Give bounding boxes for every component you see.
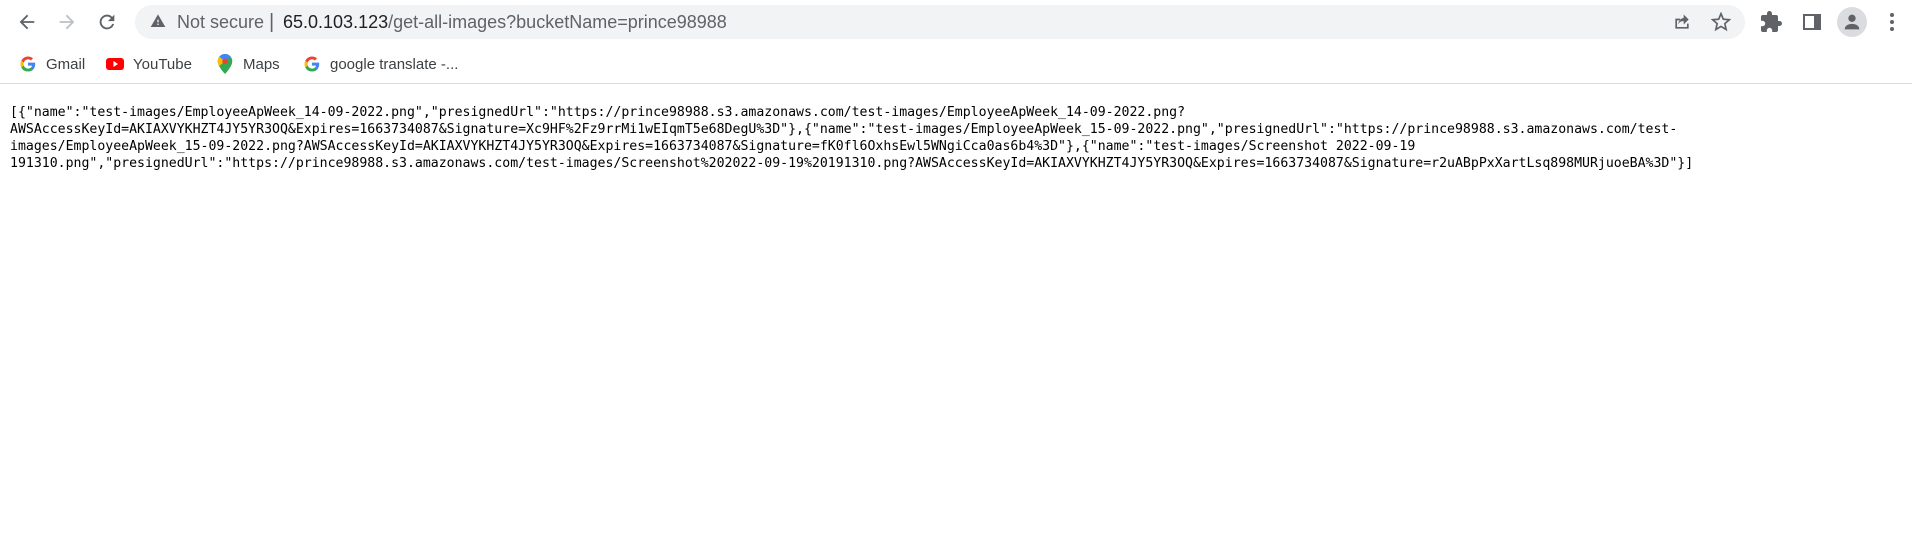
url-path: /get-all-images?bucketName=prince98988 (388, 12, 727, 32)
json-response-body: [{"name":"test-images/EmployeeApWeek_14-… (10, 104, 1906, 172)
url-host: 65.0.103.123 (283, 12, 389, 32)
bookmark-label: google translate -... (330, 55, 459, 73)
bookmark-label: Maps (243, 55, 280, 73)
json-line: images/EmployeeApWeek_15-09-2022.png?AWS… (10, 139, 1416, 154)
browser-toolbar: Not secure | 65.0.103.123/get-all-images… (0, 0, 1912, 44)
forward-button[interactable] (51, 6, 83, 38)
profile-button[interactable] (1837, 7, 1867, 37)
json-line: [{"name":"test-images/EmployeeApWeek_14-… (10, 105, 1186, 120)
warning-icon[interactable] (150, 13, 166, 29)
side-panel-icon[interactable] (1800, 10, 1824, 34)
json-line: AWSAccessKeyId=AKIAXVYKHZT4JY5YR3OQ&Expi… (10, 122, 1678, 137)
star-icon[interactable] (1711, 12, 1731, 32)
bookmark-label: Gmail (46, 55, 86, 73)
bookmark-gmail[interactable]: Gmail (19, 52, 85, 76)
back-arrow-icon (19, 14, 35, 30)
profile-icon (1844, 14, 1860, 30)
extensions-icon[interactable] (1759, 10, 1783, 34)
reload-button[interactable] (91, 6, 123, 38)
bookmark-youtube[interactable]: YouTube (106, 52, 192, 76)
security-status-label[interactable]: Not secure (177, 12, 264, 32)
reload-icon (99, 14, 115, 30)
forward-arrow-icon (59, 14, 75, 30)
bookmarks-bar: Gmail YouTube Maps google translate -... (0, 44, 1912, 84)
youtube-icon (106, 55, 124, 73)
more-menu-icon[interactable] (1880, 10, 1904, 34)
back-button[interactable] (11, 6, 43, 38)
bookmark-maps[interactable]: Maps (216, 52, 280, 76)
bookmark-label: YouTube (133, 55, 192, 73)
bookmark-google-translate[interactable]: google translate -... (303, 52, 458, 76)
share-icon[interactable] (1672, 12, 1692, 32)
google-icon (303, 55, 321, 73)
maps-pin-icon (216, 54, 234, 74)
json-line: 191310.png","presignedUrl":"https://prin… (10, 156, 1694, 171)
url-text[interactable]: 65.0.103.123/get-all-images?bucketName=p… (283, 12, 727, 32)
omnibox-separator: | (269, 11, 275, 33)
google-icon (19, 55, 37, 73)
